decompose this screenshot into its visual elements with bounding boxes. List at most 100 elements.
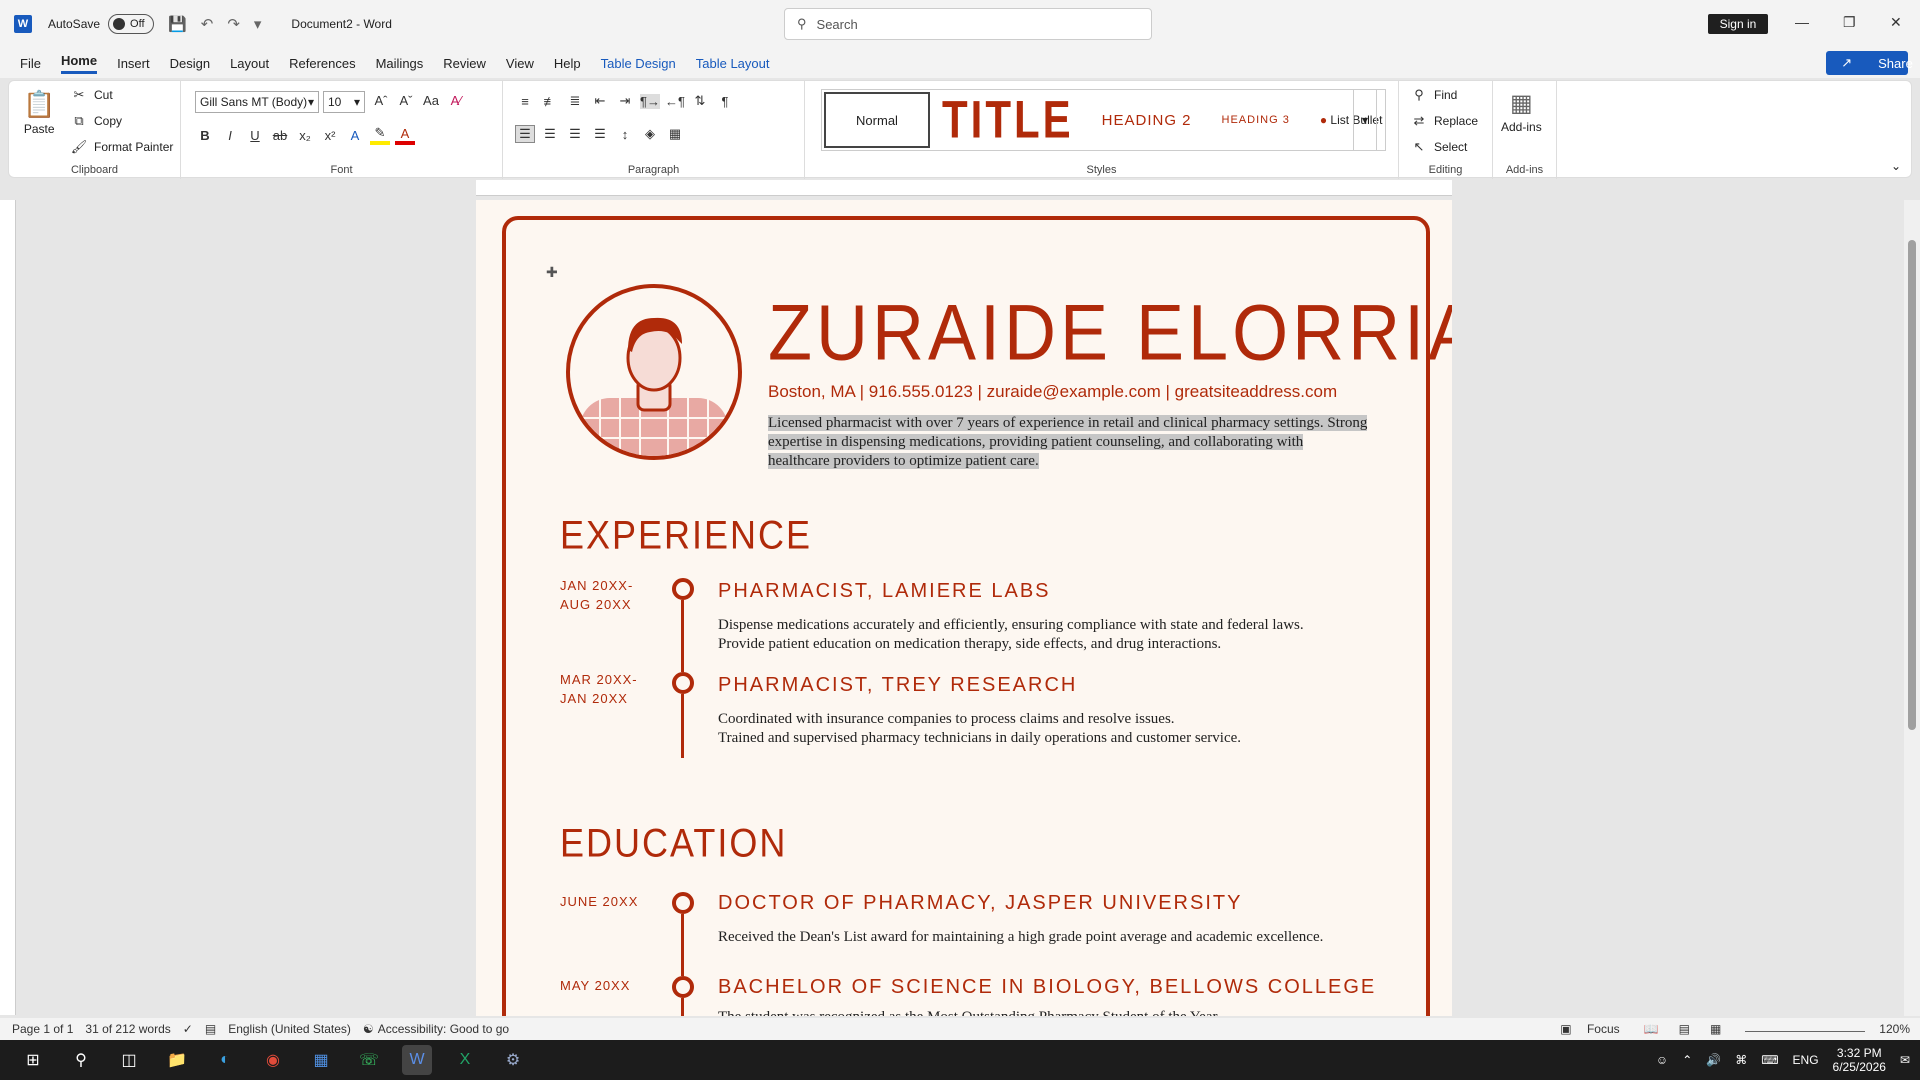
close-icon[interactable]: ✕ xyxy=(1890,14,1902,31)
word-taskbar-icon[interactable]: W xyxy=(402,1045,432,1075)
person-icon[interactable]: ☺ xyxy=(1656,1053,1668,1067)
scrollbar-thumb[interactable] xyxy=(1908,240,1916,730)
underline-icon[interactable]: U xyxy=(245,128,265,143)
clear-formatting-icon[interactable]: A∕ xyxy=(446,93,466,108)
tab-table-layout[interactable]: Table Layout xyxy=(696,56,770,71)
align-left-icon[interactable]: ☰ xyxy=(515,125,535,143)
ltr-icon[interactable]: ¶→ xyxy=(640,93,660,109)
tab-design[interactable]: Design xyxy=(170,56,210,71)
cut-button[interactable]: ✂ Cut xyxy=(69,87,113,103)
select-button[interactable]: ↖ Select xyxy=(1409,139,1468,155)
font-size-select[interactable]: 10 ▾ xyxy=(323,91,365,113)
paste-button[interactable]: 📋 Paste xyxy=(23,89,55,136)
accessibility-status[interactable]: Accessibility: Good to go xyxy=(378,1022,509,1036)
word-count[interactable]: 31 of 212 words xyxy=(85,1022,170,1036)
web-layout-icon[interactable]: ▦ xyxy=(1710,1022,1721,1036)
increase-indent-icon[interactable]: ⇥ xyxy=(615,93,635,109)
vertical-scrollbar[interactable] xyxy=(1904,200,1920,1016)
bold-icon[interactable]: B xyxy=(195,128,215,143)
horizontal-ruler[interactable] xyxy=(476,180,1452,196)
clock[interactable]: 3:32 PM 6/25/2026 xyxy=(1833,1046,1886,1074)
tab-view[interactable]: View xyxy=(506,56,534,71)
change-case-icon[interactable]: Aa xyxy=(421,93,441,108)
copy-button[interactable]: ⧉ Copy xyxy=(69,113,122,129)
chevron-up-icon[interactable]: ⌃ xyxy=(1682,1053,1692,1067)
justify-icon[interactable]: ☰ xyxy=(590,126,610,142)
app-icon[interactable]: ⚙ xyxy=(498,1045,528,1075)
file-explorer-icon[interactable]: 📁 xyxy=(162,1045,192,1075)
shrink-font-icon[interactable]: Aˇ xyxy=(396,93,416,108)
save-icon[interactable]: 💾 xyxy=(168,15,187,33)
text-effects-icon[interactable]: A xyxy=(345,128,365,143)
strikethrough-icon[interactable]: ab xyxy=(270,128,290,143)
zoom-level[interactable]: 120% xyxy=(1879,1022,1910,1036)
numbering-icon[interactable]: ≢ xyxy=(540,94,560,109)
font-family-select[interactable]: Gill Sans MT (Body) ▾ xyxy=(195,91,319,113)
chrome-icon[interactable]: ◉ xyxy=(258,1045,288,1075)
sort-icon[interactable]: ⇅ xyxy=(690,93,710,109)
minimize-icon[interactable]: — xyxy=(1795,14,1809,30)
superscript-icon[interactable]: x² xyxy=(320,128,340,143)
bullets-icon[interactable]: ≡ xyxy=(515,94,535,109)
vertical-ruler[interactable] xyxy=(0,200,16,1015)
search-input[interactable]: ⚲ Search xyxy=(784,8,1152,40)
proofing-icon[interactable]: ✓ xyxy=(183,1022,193,1036)
highlight-icon[interactable]: ✎ xyxy=(370,125,390,145)
read-mode-icon[interactable]: 📖 xyxy=(1644,1022,1659,1036)
tab-layout[interactable]: Layout xyxy=(230,56,269,71)
grow-font-icon[interactable]: Aˆ xyxy=(371,93,391,108)
customize-toolbar-icon[interactable]: ▾ xyxy=(254,15,262,33)
print-layout-icon[interactable]: ▤ xyxy=(1679,1022,1690,1036)
sign-in-button[interactable]: Sign in xyxy=(1708,14,1768,34)
decrease-indent-icon[interactable]: ⇤ xyxy=(590,93,610,109)
share-button[interactable]: ↗ Share xyxy=(1826,51,1913,75)
search-icon[interactable]: ⚲ xyxy=(66,1045,96,1075)
wifi-icon[interactable]: ⌘ xyxy=(1735,1053,1747,1067)
edge-icon[interactable]: ◐ xyxy=(210,1045,240,1075)
language-status[interactable]: English (United States) xyxy=(228,1022,351,1036)
line-spacing-icon[interactable]: ↕ xyxy=(615,127,635,142)
subscript-icon[interactable]: x₂ xyxy=(295,128,315,143)
align-center-icon[interactable]: ☰ xyxy=(540,126,560,142)
redo-icon[interactable]: ↷ xyxy=(227,15,240,33)
excel-icon[interactable]: X xyxy=(450,1045,480,1075)
language-indicator[interactable]: ENG xyxy=(1793,1053,1819,1067)
tab-file[interactable]: File xyxy=(20,56,41,71)
tab-mailings[interactable]: Mailings xyxy=(376,56,424,71)
shading-icon[interactable]: ◈ xyxy=(640,126,660,142)
find-button[interactable]: ⚲ Find xyxy=(1409,87,1457,103)
focus-button[interactable]: ▣ Focus xyxy=(1560,1022,1619,1036)
style-heading-2[interactable]: HEADING 2 xyxy=(1102,112,1192,129)
track-icon[interactable]: ▤ xyxy=(205,1022,216,1036)
tab-help[interactable]: Help xyxy=(554,56,581,71)
addins-button[interactable]: ▦ Add-ins xyxy=(1501,89,1542,134)
style-normal[interactable]: Normal xyxy=(824,92,930,148)
tab-review[interactable]: Review xyxy=(443,56,486,71)
calculator-icon[interactable]: ▦ xyxy=(306,1045,336,1075)
replace-button[interactable]: ⇄ Replace xyxy=(1409,113,1478,129)
undo-icon[interactable]: ↶ xyxy=(201,15,214,33)
whatsapp-icon[interactable]: ☏ xyxy=(354,1045,384,1075)
task-view-icon[interactable]: ◫ xyxy=(114,1045,144,1075)
tab-insert[interactable]: Insert xyxy=(117,56,150,71)
keyboard-icon[interactable]: ⌨ xyxy=(1761,1053,1778,1067)
borders-icon[interactable]: ▦ xyxy=(665,126,685,142)
document-page[interactable]: ✚ ZURAIDE ELORRIAGA Boston, MA | 916.555… xyxy=(476,200,1452,1016)
pilcrow-icon[interactable]: ¶ xyxy=(715,94,735,109)
font-color-icon[interactable]: A xyxy=(395,126,415,145)
zoom-slider[interactable] xyxy=(1745,1026,1866,1032)
notifications-icon[interactable]: ✉ xyxy=(1900,1053,1910,1067)
tab-references[interactable]: References xyxy=(289,56,355,71)
style-title[interactable]: TITLE xyxy=(942,90,1074,150)
summary-selected-text[interactable]: Licensed pharmacist with over 7 years of… xyxy=(768,415,1368,469)
restore-icon[interactable]: ❐ xyxy=(1843,14,1856,31)
multilevel-list-icon[interactable]: ≣ xyxy=(565,93,585,109)
align-right-icon[interactable]: ☰ xyxy=(565,126,585,142)
volume-icon[interactable]: 🔊 xyxy=(1706,1053,1721,1067)
collapse-ribbon-icon[interactable]: ⌄ xyxy=(1891,159,1901,173)
italic-icon[interactable]: I xyxy=(220,128,240,143)
tab-home[interactable]: Home xyxy=(60,53,98,74)
tab-table-design[interactable]: Table Design xyxy=(601,56,676,71)
autosave-toggle[interactable]: Off xyxy=(108,14,155,34)
page-count[interactable]: Page 1 of 1 xyxy=(12,1022,73,1036)
